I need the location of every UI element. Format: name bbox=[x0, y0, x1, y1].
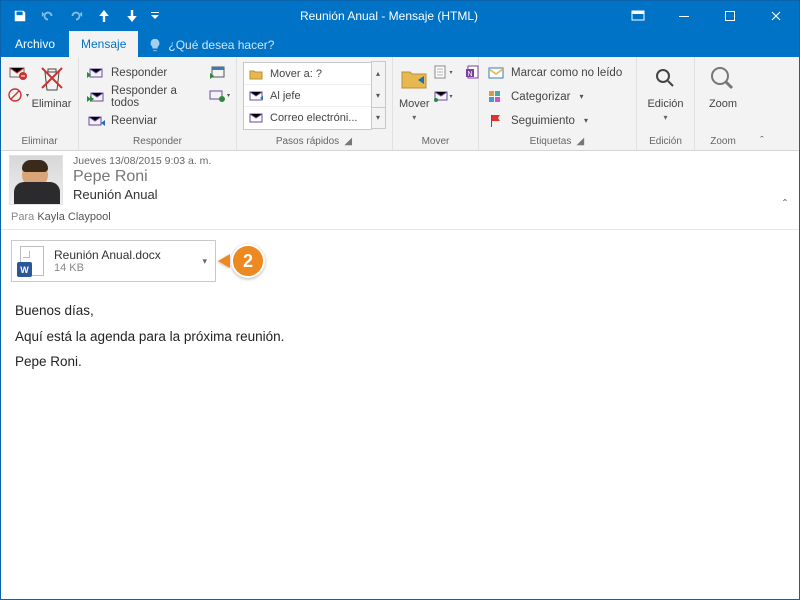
collapse-ribbon-icon[interactable]: ˆ bbox=[751, 57, 773, 150]
folder-move-icon bbox=[248, 66, 264, 82]
move-folder-icon bbox=[400, 62, 428, 96]
attachment-chip[interactable]: W Reunión Anual.docx 14 KB ▾ bbox=[11, 240, 216, 282]
prev-item-icon[interactable] bbox=[91, 3, 117, 29]
gallery-more-icon[interactable]: ▾ bbox=[371, 107, 385, 128]
mark-unread-button[interactable]: Marcar como no leído bbox=[485, 61, 626, 84]
minimize-icon[interactable] bbox=[661, 1, 707, 31]
window-title: Reunión Anual - Mensaje (HTML) bbox=[163, 9, 615, 23]
ribbon-display-options-icon[interactable] bbox=[615, 1, 661, 31]
tab-file[interactable]: Archivo bbox=[1, 31, 69, 57]
junk-icon[interactable]: ▾ bbox=[7, 84, 29, 106]
lightbulb-icon bbox=[148, 38, 162, 52]
chevron-down-icon[interactable]: ▾ bbox=[200, 256, 209, 267]
collapse-header-icon[interactable]: ˆ bbox=[783, 197, 787, 211]
callout-number: 2 bbox=[231, 244, 265, 278]
message-body: Buenos días, Aquí está la agenda para la… bbox=[1, 288, 799, 385]
maximize-icon[interactable] bbox=[707, 1, 753, 31]
save-icon[interactable] bbox=[7, 3, 33, 29]
zoom-button[interactable]: Zoom bbox=[701, 60, 745, 110]
find-icon bbox=[653, 62, 679, 96]
tell-me-search[interactable]: ¿Qué desea hacer? bbox=[138, 33, 284, 57]
reply-button[interactable]: Responder bbox=[85, 61, 202, 84]
meeting-reply-icon[interactable] bbox=[208, 61, 230, 83]
team-email-icon bbox=[248, 110, 264, 126]
group-label-tags: Etiquetas◢ bbox=[479, 135, 636, 150]
reply-all-button[interactable]: Responder a todos bbox=[85, 85, 202, 108]
svg-text:N: N bbox=[467, 71, 472, 78]
gallery-up-icon[interactable]: ▴ bbox=[371, 63, 385, 84]
tab-message[interactable]: Mensaje bbox=[69, 31, 138, 57]
gallery-down-icon[interactable]: ▾ bbox=[371, 85, 385, 106]
message-from: Pepe Roni bbox=[73, 168, 211, 186]
quickstep-team-email[interactable]: Correo electróni... bbox=[244, 107, 371, 129]
forward-icon bbox=[87, 112, 105, 130]
message-subject: Reunión Anual bbox=[73, 187, 211, 202]
group-label-delete: Eliminar bbox=[1, 135, 78, 150]
quick-steps-gallery[interactable]: Mover a: ? Al jefe Correo electróni... bbox=[243, 62, 372, 130]
tell-me-placeholder: ¿Qué desea hacer? bbox=[168, 38, 274, 52]
redo-icon[interactable] bbox=[63, 3, 89, 29]
flag-icon bbox=[487, 112, 505, 130]
zoom-icon bbox=[709, 62, 737, 96]
move-button[interactable]: Mover ▾ bbox=[399, 60, 430, 122]
follow-up-button[interactable]: Seguimiento▾ bbox=[485, 109, 626, 132]
group-label-zoom: Zoom bbox=[695, 135, 751, 150]
reply-all-icon bbox=[87, 88, 105, 106]
attachment-filesize: 14 KB bbox=[54, 262, 200, 274]
more-respond-icon[interactable]: ▾ bbox=[208, 84, 230, 106]
group-label-move: Mover bbox=[393, 135, 478, 150]
to-boss-icon bbox=[248, 88, 264, 104]
tutorial-callout: 2 bbox=[228, 241, 268, 281]
categorize-icon bbox=[487, 88, 505, 106]
group-label-editing: Edición bbox=[637, 135, 694, 150]
dialog-launcher-icon[interactable]: ◢ bbox=[343, 137, 353, 147]
categorize-button[interactable]: Categorizar▾ bbox=[485, 85, 626, 108]
undo-icon[interactable] bbox=[35, 3, 61, 29]
mark-unread-icon bbox=[487, 64, 505, 82]
actions-icon[interactable]: ▾ bbox=[432, 85, 454, 107]
message-date: Jueves 13/08/2015 9:03 a. m. bbox=[73, 155, 211, 167]
group-label-quicksteps: Pasos rápidos◢ bbox=[237, 135, 392, 150]
dialog-launcher-icon[interactable]: ◢ bbox=[575, 137, 585, 147]
attachment-filename: Reunión Anual.docx bbox=[54, 248, 200, 262]
editing-button[interactable]: Edición ▾ bbox=[643, 60, 688, 122]
delete-icon bbox=[39, 64, 65, 94]
rules-icon[interactable]: ▾ bbox=[432, 61, 454, 83]
ignore-icon[interactable] bbox=[7, 61, 29, 83]
forward-button[interactable]: Reenviar bbox=[85, 109, 202, 132]
reply-icon bbox=[87, 64, 105, 82]
group-label-respond: Responder bbox=[79, 135, 236, 150]
message-to-line: Para Kayla Claypool bbox=[9, 211, 789, 223]
next-item-icon[interactable] bbox=[119, 3, 145, 29]
qat-customize-icon[interactable] bbox=[147, 3, 163, 29]
sender-avatar bbox=[9, 155, 63, 205]
quickstep-to-boss[interactable]: Al jefe bbox=[244, 85, 371, 107]
close-icon[interactable] bbox=[753, 1, 799, 31]
word-file-icon: W bbox=[20, 246, 44, 276]
quickstep-move-to[interactable]: Mover a: ? bbox=[244, 63, 371, 85]
delete-button[interactable]: Eliminar bbox=[31, 60, 72, 110]
